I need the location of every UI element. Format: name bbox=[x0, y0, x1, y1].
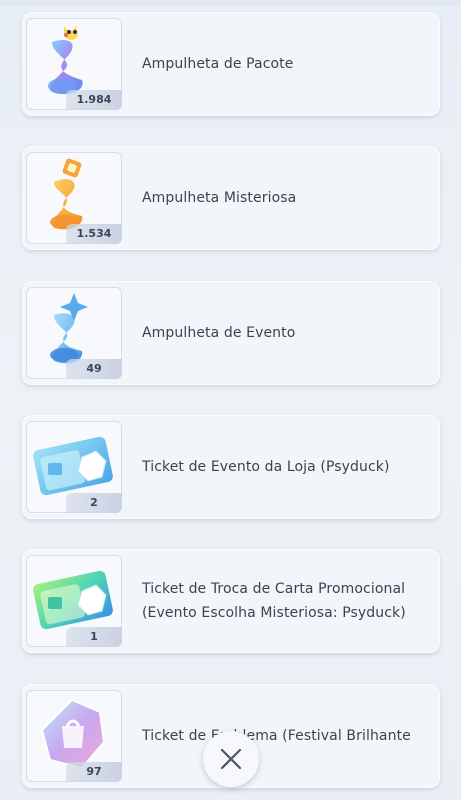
item-count: 1 bbox=[66, 627, 122, 647]
item-thumbnail: 97 bbox=[26, 690, 122, 782]
list-item[interactable]: 2 Ticket de Evento da Loja (Psyduck) bbox=[22, 415, 440, 519]
item-thumbnail: 1.534 bbox=[26, 152, 122, 244]
close-icon bbox=[220, 748, 242, 770]
item-label: Ampulheta Misteriosa bbox=[142, 190, 297, 206]
item-count: 1.984 bbox=[66, 90, 122, 110]
list-item[interactable]: 1.984 Ampulheta de Pacote bbox=[22, 12, 440, 116]
item-label: Ampulheta de Pacote bbox=[142, 56, 294, 72]
item-label: Ticket de Evento da Loja (Psyduck) bbox=[142, 459, 390, 475]
list-item[interactable]: 1 Ticket de Troca de Carta Promocional (… bbox=[22, 549, 440, 653]
item-thumbnail: 1.984 bbox=[26, 18, 122, 110]
item-label: Ticket de Troca de Carta Promocional (Ev… bbox=[142, 581, 406, 621]
item-thumbnail: 1 bbox=[26, 555, 122, 647]
list-item[interactable]: 1.534 Ampulheta Misteriosa bbox=[22, 146, 440, 250]
item-label: Ampulheta de Evento bbox=[142, 325, 296, 341]
item-count: 1.534 bbox=[66, 224, 122, 244]
item-count: 97 bbox=[66, 762, 122, 782]
item-count: 2 bbox=[66, 493, 122, 513]
item-count: 49 bbox=[66, 359, 122, 379]
item-label: Ticket de Emblema (Festival Brilhante bbox=[142, 728, 411, 744]
item-thumbnail: 2 bbox=[26, 421, 122, 513]
item-list: 1.984 Ampulheta de Pacote 1.534 Ampulhet… bbox=[0, 0, 461, 800]
item-thumbnail: 49 bbox=[26, 287, 122, 379]
list-item[interactable]: 49 Ampulheta de Evento bbox=[22, 281, 440, 385]
close-button[interactable] bbox=[203, 731, 259, 787]
